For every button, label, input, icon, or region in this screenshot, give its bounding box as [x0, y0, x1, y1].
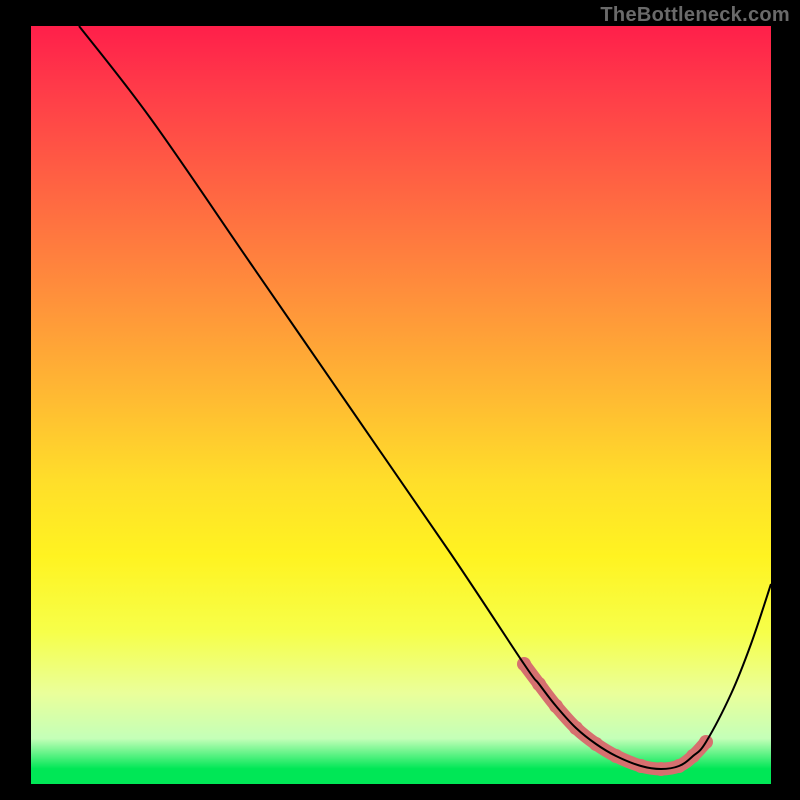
plot-area [31, 26, 771, 784]
main-curve [79, 26, 771, 769]
watermark-text: TheBottleneck.com [600, 4, 790, 27]
chart-stage: TheBottleneck.com [0, 0, 800, 800]
curve-svg [31, 26, 771, 784]
